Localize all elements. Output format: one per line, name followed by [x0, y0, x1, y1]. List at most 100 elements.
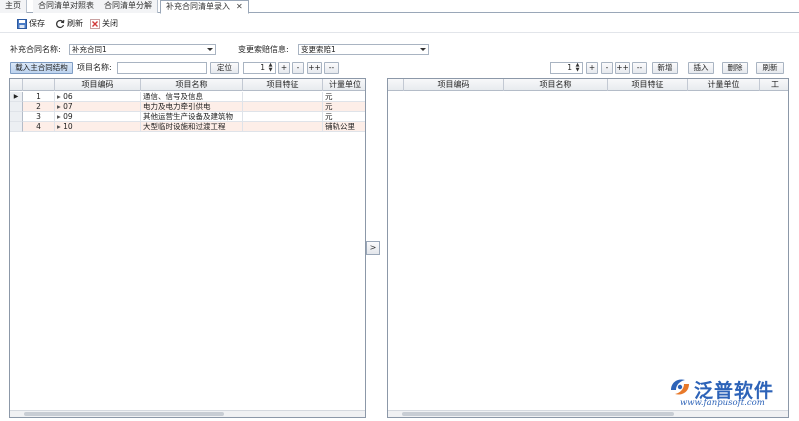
right-horizontal-scrollbar[interactable]: [388, 410, 788, 417]
refresh-icon: [56, 19, 65, 29]
name-cell: 电力及电力牵引供电: [141, 102, 243, 112]
code-cell: ▸ 06: [55, 92, 141, 102]
close-tab-icon[interactable]: ✕: [236, 2, 243, 11]
column-header[interactable]: 工: [760, 79, 788, 91]
right-collapse-button[interactable]: -: [601, 62, 613, 74]
tab-label: 主页: [5, 1, 21, 10]
tab-strip: 主页 合同清单对照表 合同清单分解 补充合同清单录入 ✕: [0, 0, 799, 14]
change-claim-select[interactable]: 变更索赔1: [298, 44, 429, 55]
add-button[interactable]: 新增: [652, 62, 678, 74]
save-icon: [17, 19, 27, 29]
column-header[interactable]: 项目特征: [243, 79, 323, 91]
tab-contract-breakdown[interactable]: 合同清单分解: [99, 0, 158, 13]
row-indicator: ▶: [10, 92, 23, 102]
tab-label: 补充合同清单录入: [166, 2, 230, 11]
chevron-right-icon: >: [369, 243, 377, 252]
column-header[interactable]: 项目名称: [141, 79, 243, 91]
feature-cell: [243, 112, 323, 122]
stepper-arrows-icon[interactable]: ▲ ▼: [574, 63, 581, 73]
table-row[interactable]: 2 ▸ 07 电力及电力牵引供电 元: [10, 102, 365, 112]
code-cell: ▸ 07: [55, 102, 141, 112]
code-text: 06: [63, 92, 73, 101]
contract-name-label: 补充合同名称:: [10, 45, 61, 54]
refresh-grid-button[interactable]: 刷新: [756, 62, 784, 74]
right-grid: 项目编码 项目名称 项目特征 计量单位 工: [387, 78, 789, 418]
item-name-input[interactable]: [117, 62, 207, 74]
code-text: 07: [63, 102, 73, 111]
column-header[interactable]: 项目特征: [608, 79, 688, 91]
tab-home[interactable]: 主页: [0, 0, 27, 13]
left-expand-all-button[interactable]: ++: [307, 62, 322, 74]
tab-label: 合同清单分解: [104, 1, 152, 10]
row-index-cell: 2: [23, 102, 55, 112]
close-label: 关闭: [102, 19, 118, 28]
stepper-arrows-icon[interactable]: ▲ ▼: [267, 63, 274, 73]
table-row[interactable]: 3 ▸ 09 其他运营生产设备及建筑物 元: [10, 112, 365, 122]
tab-contract-compare[interactable]: 合同清单对照表: [33, 0, 100, 13]
unit-cell: 元: [323, 102, 365, 112]
code-text: 09: [63, 112, 73, 121]
column-header[interactable]: 项目名称: [504, 79, 608, 91]
row-indicator: [10, 112, 23, 122]
left-level-value: 1: [260, 63, 265, 72]
contract-name-value: 补充合同1: [72, 45, 107, 54]
row-index-cell: 3: [23, 112, 55, 122]
row-indicator-header: [388, 79, 404, 91]
current-row-icon: ▶: [13, 93, 19, 100]
feature-cell: [243, 122, 323, 132]
code-text: 10: [63, 122, 73, 131]
column-header[interactable]: 项目编码: [404, 79, 504, 91]
row-indicator: [10, 122, 23, 132]
right-level-stepper[interactable]: 1 ▲ ▼: [550, 62, 583, 74]
delete-button[interactable]: 删除: [722, 62, 748, 74]
right-level-value: 1: [567, 63, 572, 72]
locate-button[interactable]: 定位: [210, 62, 239, 74]
row-indicator: [10, 102, 23, 112]
left-horizontal-scrollbar[interactable]: [10, 410, 365, 417]
load-main-contract-button[interactable]: 载入主合同结构: [10, 62, 73, 74]
refresh-button[interactable]: 刷新: [55, 17, 83, 31]
chevron-down-icon: [207, 48, 213, 51]
refresh-label: 刷新: [67, 19, 83, 28]
left-grid-header: 项目编码 项目名称 项目特征 计量单位: [10, 79, 365, 91]
close-button[interactable]: 关闭: [90, 17, 118, 31]
feature-cell: [243, 102, 323, 112]
right-expand-all-button[interactable]: ++: [615, 62, 630, 74]
brand-logo: 泛普软件 www.fanpusoft.com: [668, 374, 794, 410]
table-row[interactable]: ▶ 1 ▸ 06 通信、信号及信息 元: [10, 92, 365, 102]
left-expand-button[interactable]: +: [278, 62, 290, 74]
row-index-cell: 4: [23, 122, 55, 132]
column-header[interactable]: 计量单位: [323, 79, 365, 91]
scrollbar-thumb[interactable]: [402, 412, 674, 416]
close-icon: [90, 19, 100, 29]
change-claim-label: 变更索赔信息:: [238, 45, 289, 54]
item-name-label: 项目名称:: [77, 63, 112, 72]
save-button[interactable]: 保存: [17, 17, 45, 31]
change-claim-value: 变更索赔1: [301, 45, 336, 54]
splitter-collapse-button[interactable]: >: [366, 241, 380, 255]
right-collapse-all-button[interactable]: --: [632, 62, 647, 74]
row-index-cell: 1: [23, 92, 55, 102]
name-cell: 通信、信号及信息: [141, 92, 243, 102]
index-header: [23, 79, 55, 91]
chevron-down-icon: [420, 48, 426, 51]
column-header[interactable]: 计量单位: [688, 79, 760, 91]
right-expand-button[interactable]: +: [586, 62, 598, 74]
logo-icon: [671, 379, 689, 395]
name-cell: 其他运营生产设备及建筑物: [141, 112, 243, 122]
left-grid: 项目编码 项目名称 项目特征 计量单位 ▶ 1 ▸ 06 通信、信号及信息元 2 ▸ 07…: [9, 78, 366, 418]
table-row[interactable]: 4 ▸ 10 大型临时设施和过渡工程 铺轨公里: [10, 122, 365, 132]
tab-label: 合同清单对照表: [38, 1, 94, 10]
scrollbar-thumb[interactable]: [24, 412, 224, 416]
left-collapse-all-button[interactable]: --: [324, 62, 339, 74]
row-indicator-header: [10, 79, 23, 91]
right-grid-header: 项目编码 项目名称 项目特征 计量单位 工: [388, 79, 788, 91]
column-header[interactable]: 项目编码: [55, 79, 141, 91]
contract-name-select[interactable]: 补充合同1: [69, 44, 216, 55]
tab-supplement-entry[interactable]: 补充合同清单录入 ✕: [160, 0, 249, 14]
logo-url: www.fanpusoft.com: [680, 398, 765, 408]
insert-button[interactable]: 插入: [688, 62, 714, 74]
left-collapse-button[interactable]: -: [292, 62, 304, 74]
name-cell: 大型临时设施和过渡工程: [141, 122, 243, 132]
left-level-stepper[interactable]: 1 ▲ ▼: [243, 62, 276, 74]
